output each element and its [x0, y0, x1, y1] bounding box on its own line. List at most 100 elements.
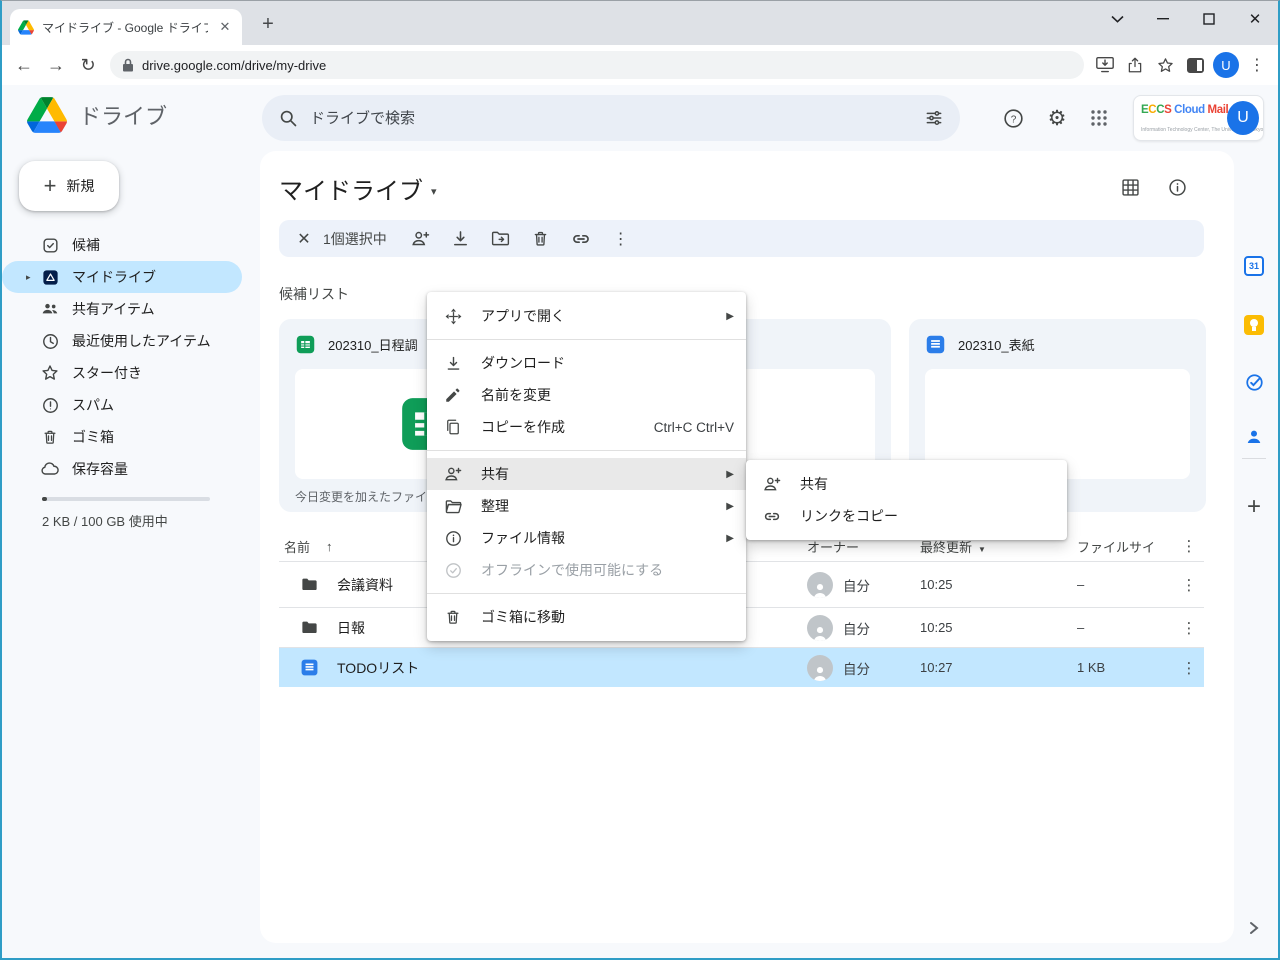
selection-count: 1個選択中 [323, 229, 387, 249]
apps-grid-icon[interactable] [1085, 104, 1113, 132]
grid-view-toggle-icon[interactable] [1118, 175, 1142, 199]
search-options-icon[interactable] [924, 108, 944, 128]
submenu-item-share[interactable]: 共有 [746, 468, 1067, 500]
details-info-icon[interactable] [1165, 175, 1189, 199]
drive-header: ドライブ ? ⚙ ECCS Cloud Mail [2, 85, 1278, 151]
download-selected-icon[interactable] [441, 224, 481, 254]
keep-icon[interactable] [1242, 313, 1266, 337]
expand-caret-icon[interactable]: ▸ [26, 272, 31, 283]
tab-close-icon[interactable]: ✕ [216, 18, 234, 36]
browser-menu-icon[interactable]: ⋮ [1242, 50, 1272, 80]
menu-item-rename[interactable]: 名前を変更 [427, 379, 746, 411]
settings-gear-icon[interactable]: ⚙ [1043, 104, 1071, 132]
account-avatar[interactable]: U [1227, 101, 1259, 135]
menu-divider [427, 593, 746, 594]
drive-logo-icon [27, 97, 67, 133]
search-input[interactable] [310, 110, 912, 127]
docs-file-icon [300, 658, 319, 677]
bookmark-star-icon[interactable] [1150, 50, 1180, 80]
owner-avatar [807, 572, 833, 598]
submenu-arrow-icon: ▶ [726, 311, 734, 322]
copy-link-icon[interactable] [561, 224, 601, 254]
forward-button[interactable]: → [40, 49, 72, 81]
lock-icon[interactable] [122, 58, 134, 72]
row-menu-icon[interactable]: ⋮ [1174, 576, 1204, 594]
sidebar-item-spam[interactable]: スパム [2, 389, 242, 421]
menu-item-share[interactable]: 共有 ▶ [427, 458, 746, 490]
spam-icon [40, 395, 60, 415]
menu-item-organize[interactable]: 整理 ▶ [427, 490, 746, 522]
star-icon [40, 363, 60, 383]
collapse-panel-chevron-icon[interactable] [1242, 916, 1266, 940]
row-menu-icon[interactable]: ⋮ [1174, 659, 1204, 677]
close-button[interactable]: ✕ [1232, 1, 1278, 37]
suggestions-label: 候補リスト [279, 284, 349, 304]
calendar-icon[interactable]: 31 [1242, 254, 1266, 278]
share-page-icon[interactable] [1120, 50, 1150, 80]
submenu-arrow-icon: ▶ [726, 533, 734, 544]
owner-avatar [807, 615, 833, 641]
column-settings-icon[interactable]: ⋮ [1174, 537, 1204, 555]
sidebar-item-starred[interactable]: スター付き [2, 357, 242, 389]
more-actions-icon[interactable]: ⋮ [601, 224, 641, 254]
page-title-row[interactable]: マイドライブ ▾ [279, 171, 437, 206]
help-icon[interactable]: ? [999, 104, 1027, 132]
browser-avatar[interactable]: U [1213, 52, 1239, 78]
menu-divider [427, 339, 746, 340]
main-panel: マイドライブ ▾ ✕ 1個選択中 [260, 151, 1234, 943]
drive-logo-area[interactable]: ドライブ [27, 97, 167, 133]
menu-item-file-info[interactable]: ファイル情報 ▶ [427, 522, 746, 554]
people-icon [40, 299, 60, 319]
url-text: drive.google.com/drive/my-drive [142, 58, 326, 73]
column-size[interactable]: ファイルサイ [1077, 537, 1174, 556]
trash-selected-icon[interactable] [521, 224, 561, 254]
tab-title: マイドライブ - Google ドライブ [42, 19, 208, 36]
address-bar[interactable]: drive.google.com/drive/my-drive [110, 51, 1084, 79]
copy-icon [443, 417, 463, 437]
window-controls: ✕ [1094, 1, 1278, 37]
plus-icon: + [44, 175, 57, 197]
new-tab-button[interactable]: + [254, 10, 282, 38]
clear-selection-icon[interactable]: ✕ [289, 224, 319, 254]
menu-item-make-copy[interactable]: コピーを作成 Ctrl+C Ctrl+V [427, 411, 746, 443]
sidebar-item-suggestions[interactable]: 候補 [2, 229, 242, 261]
search-icon[interactable] [278, 108, 298, 128]
table-row-selected[interactable]: TODOリスト 自分 10:27 1 KB ⋮ [279, 647, 1204, 687]
menu-item-download[interactable]: ダウンロード [427, 347, 746, 379]
share-submenu: 共有 リンクをコピー [746, 460, 1067, 540]
account-badge[interactable]: ECCS Cloud Mail Information Technology C… [1133, 95, 1264, 141]
offline-check-icon [443, 560, 463, 580]
menu-divider [427, 450, 746, 451]
menu-item-move-to-trash[interactable]: ゴミ箱に移動 [427, 601, 746, 633]
reload-button[interactable]: ↻ [72, 49, 104, 81]
side-panel-icon[interactable] [1180, 50, 1210, 80]
sidebar-item-storage[interactable]: 保存容量 [2, 453, 242, 485]
share-selected-icon[interactable] [401, 224, 441, 254]
row-menu-icon[interactable]: ⋮ [1174, 619, 1204, 637]
person-add-icon [443, 464, 463, 484]
back-button[interactable]: ← [8, 49, 40, 81]
sidebar-item-recent[interactable]: 最近使用したアイテム [2, 325, 242, 357]
checkbox-check-icon [40, 235, 60, 255]
contacts-icon[interactable] [1242, 425, 1266, 449]
new-button[interactable]: + 新規 [19, 161, 119, 211]
app-name: ドライブ [79, 99, 167, 131]
minimize-button[interactable] [1140, 1, 1186, 37]
move-selected-icon[interactable] [481, 224, 521, 254]
sidebar-item-shared[interactable]: 共有アイテム [2, 293, 242, 325]
browser-tab[interactable]: マイドライブ - Google ドライブ ✕ [10, 9, 242, 45]
new-button-label: 新規 [66, 176, 94, 196]
title-dropdown-caret-icon[interactable]: ▾ [431, 185, 437, 198]
search-bar[interactable] [262, 95, 960, 141]
owner-avatar [807, 655, 833, 681]
add-panel-icon[interactable]: + [1242, 495, 1266, 519]
maximize-button[interactable] [1186, 1, 1232, 37]
folder-icon [300, 618, 319, 637]
sidebar-item-trash[interactable]: ゴミ箱 [2, 421, 242, 453]
tasks-icon[interactable] [1242, 370, 1266, 394]
install-drive-icon[interactable] [1090, 50, 1120, 80]
submenu-item-copy-link[interactable]: リンクをコピー [746, 500, 1067, 532]
tab-search-chevron-icon[interactable] [1094, 1, 1140, 37]
menu-item-open-with[interactable]: アプリで開く ▶ [427, 300, 746, 332]
sidebar-item-my-drive[interactable]: ▸ マイドライブ [2, 261, 242, 293]
